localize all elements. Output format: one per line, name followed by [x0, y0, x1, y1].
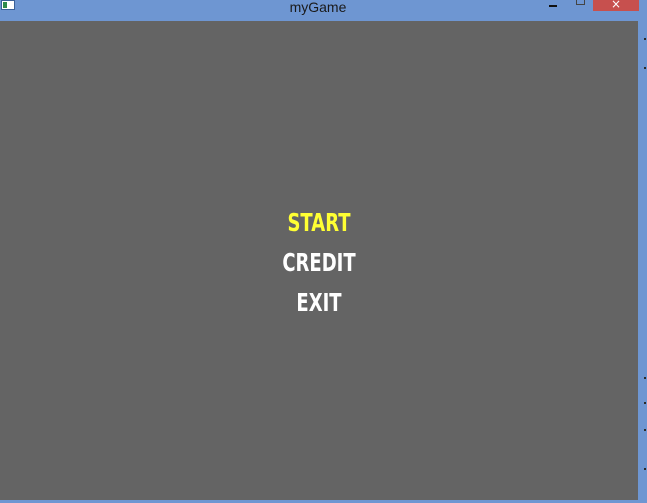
border-tick	[644, 67, 646, 69]
close-button[interactable]: ×	[593, 0, 639, 11]
menu-item-start[interactable]: START	[89, 205, 548, 245]
menu-item-exit[interactable]: EXIT	[89, 285, 548, 325]
minimize-button[interactable]	[540, 0, 566, 10]
border-tick	[644, 38, 646, 40]
main-menu: START CREDIT EXIT	[0, 205, 638, 325]
menu-item-credit[interactable]: CREDIT	[89, 245, 548, 285]
border-tick	[644, 468, 646, 470]
border-tick	[644, 402, 646, 404]
border-tick	[644, 429, 646, 431]
close-icon: ×	[610, 0, 622, 11]
title-bar[interactable]: myGame ×	[0, 0, 647, 21]
game-window: myGame × START CREDIT EXIT	[0, 0, 647, 503]
game-canvas[interactable]: START CREDIT EXIT	[0, 21, 638, 500]
maximize-button[interactable]	[568, 0, 592, 10]
window-right-border[interactable]	[638, 21, 647, 503]
border-tick	[644, 377, 646, 379]
